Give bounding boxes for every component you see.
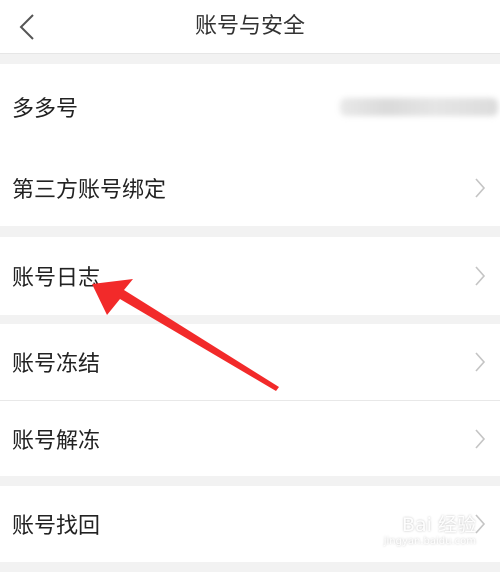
list-item-label: 账号日志 [12,266,101,291]
list-item-account-id[interactable]: 多多号 [0,64,500,150]
page-title: 账号与安全 [194,14,305,39]
chevron-right-icon [475,266,486,286]
chevron-right-icon [475,428,486,449]
navigation-bar: 账号与安全 [0,0,500,54]
chevron-right-icon [475,352,486,372]
list-item-label: 第三方账号绑定 [12,178,167,203]
account-id-group: 多多号 [0,64,500,150]
account-log-group: 账号日志 [0,237,500,315]
list-item-third-party-binding[interactable]: 第三方账号绑定 [0,150,500,226]
list-item-label: 账号解冻 [12,428,101,454]
third-party-binding-group: 第三方账号绑定 [0,150,500,226]
list-item-label: 账号冻结 [12,352,101,377]
list-item-account-unfreeze[interactable]: 账号解冻 [0,400,500,476]
obscured-account-id-value [340,98,498,116]
account-freeze-group: 账号冻结 账号解冻 [0,324,500,476]
list-item-account-recovery[interactable]: 账号找回 [0,486,500,562]
list-item-label: 账号找回 [12,514,101,539]
list-item-label: 多多号 [12,97,79,122]
list-item-account-freeze[interactable]: 账号冻结 [0,324,500,400]
account-recovery-group: 账号找回 [0,486,500,562]
chevron-right-icon [475,178,486,198]
chevron-right-icon [475,514,486,534]
list-item-account-log[interactable]: 账号日志 [0,237,500,315]
